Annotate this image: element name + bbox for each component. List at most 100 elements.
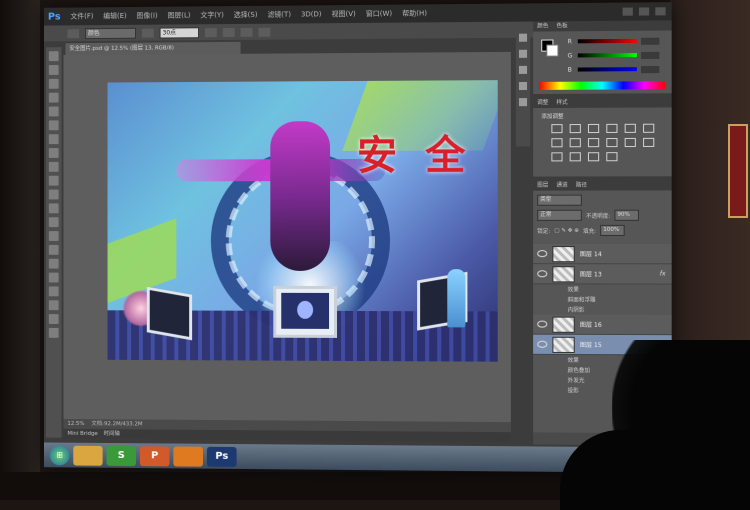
gradient-tool-icon[interactable]: [48, 203, 59, 214]
gradient-map-icon[interactable]: [587, 152, 600, 162]
tab-adjustments[interactable]: 调整: [537, 98, 548, 108]
taskbar-wps-spreadsheet[interactable]: S: [106, 445, 136, 466]
curves-icon[interactable]: [587, 123, 600, 134]
align-right-icon[interactable]: [240, 27, 253, 37]
eraser-tool-icon[interactable]: [48, 189, 59, 200]
paragraph-panel-icon[interactable]: [518, 81, 528, 91]
taskbar-app[interactable]: [173, 446, 203, 467]
lasso-tool-icon[interactable]: [48, 78, 59, 89]
green-slider[interactable]: [577, 52, 637, 58]
visibility-eye-icon[interactable]: [537, 320, 548, 328]
canvas-area[interactable]: 安 全: [63, 51, 511, 423]
tab-timeline[interactable]: 时间轴: [104, 429, 120, 439]
background-swatch[interactable]: [546, 44, 559, 57]
pen-tool-icon[interactable]: [48, 244, 59, 255]
type-tool-icon[interactable]: [48, 258, 59, 269]
taskbar-explorer[interactable]: [73, 445, 103, 466]
invert-icon[interactable]: [643, 137, 655, 147]
effect-item[interactable]: 内阴影: [533, 304, 672, 315]
shape-tool-icon[interactable]: [48, 286, 59, 297]
vibrance-icon[interactable]: [624, 123, 636, 133]
selective-color-icon[interactable]: [606, 152, 618, 162]
color-spectrum[interactable]: [539, 81, 666, 90]
option-toggle-icon[interactable]: [141, 28, 154, 38]
threshold-icon[interactable]: [569, 152, 581, 162]
posterize-icon[interactable]: [551, 152, 563, 162]
align-center-icon[interactable]: [222, 27, 235, 37]
tab-mini-bridge[interactable]: Mini Bridge: [67, 429, 97, 439]
clone-stamp-tool-icon[interactable]: [48, 161, 59, 172]
mode-select[interactable]: 颜色: [85, 27, 136, 39]
exposure-icon[interactable]: [606, 123, 618, 133]
menu-select[interactable]: 选择(S): [234, 10, 258, 20]
layer-row[interactable]: 图层 13 fx: [533, 264, 672, 285]
character-panel-icon[interactable]: [518, 65, 528, 74]
black-white-icon[interactable]: [569, 138, 581, 148]
blue-value[interactable]: [640, 65, 660, 73]
zoom-tool-icon[interactable]: [48, 314, 59, 324]
size-input[interactable]: 30点: [159, 26, 200, 39]
green-value[interactable]: [640, 51, 660, 59]
levels-icon[interactable]: [569, 124, 581, 134]
minimize-icon[interactable]: [622, 7, 633, 16]
layer-row[interactable]: 图层 16: [533, 314, 672, 336]
visibility-eye-icon[interactable]: [537, 270, 548, 278]
taskbar-wps-presentation[interactable]: P: [139, 445, 170, 466]
photo-filter-icon[interactable]: [587, 138, 600, 148]
blend-mode-select[interactable]: 正常: [537, 209, 582, 221]
zoom-level[interactable]: 12.5%: [67, 421, 84, 427]
crop-tool-icon[interactable]: [48, 106, 59, 117]
history-brush-tool-icon[interactable]: [48, 175, 59, 186]
lock-icons[interactable]: ▢ ✎ ✥ ⊕: [554, 227, 579, 233]
fx-icon[interactable]: fx: [660, 270, 666, 277]
menu-image[interactable]: 图像(I): [136, 11, 157, 21]
fill-input[interactable]: 100%: [600, 224, 625, 236]
channel-mixer-icon[interactable]: [606, 137, 618, 148]
color-swatch-icon[interactable]: [258, 27, 271, 37]
color-balance-icon[interactable]: [551, 138, 563, 148]
visibility-eye-icon[interactable]: [537, 250, 548, 258]
dodge-tool-icon[interactable]: [48, 231, 59, 241]
menu-edit[interactable]: 编辑(E): [103, 11, 126, 21]
close-icon[interactable]: [655, 7, 666, 16]
taskbar-photoshop[interactable]: Ps: [206, 446, 237, 467]
tab-swatches[interactable]: 色板: [556, 21, 567, 31]
brightness-icon[interactable]: [551, 124, 563, 134]
red-slider[interactable]: [577, 38, 637, 44]
menu-view[interactable]: 视图(V): [332, 9, 356, 19]
path-select-tool-icon[interactable]: [48, 272, 59, 283]
brush-panel-icon[interactable]: [518, 98, 528, 107]
effect-item[interactable]: 斜面和浮雕: [533, 294, 672, 305]
menu-window[interactable]: 窗口(W): [366, 9, 392, 19]
properties-panel-icon[interactable]: [518, 49, 528, 58]
move-tool-icon[interactable]: [48, 51, 59, 62]
tool-preset-icon[interactable]: [67, 28, 80, 38]
history-panel-icon[interactable]: [518, 33, 528, 42]
tab-color[interactable]: 颜色: [537, 21, 548, 31]
effects-header[interactable]: 效果: [533, 284, 672, 295]
menu-filter[interactable]: 滤镜(T): [267, 10, 291, 20]
tab-channels[interactable]: 通道: [556, 181, 567, 191]
color-lookup-icon[interactable]: [624, 137, 636, 148]
marquee-tool-icon[interactable]: [48, 65, 59, 75]
opacity-input[interactable]: 90%: [614, 209, 639, 221]
red-value[interactable]: [640, 37, 660, 45]
foreground-color-icon[interactable]: [48, 327, 59, 338]
layer-row[interactable]: 图层 14: [533, 244, 672, 265]
menu-type[interactable]: 文字(Y): [200, 10, 223, 20]
layer-kind-filter[interactable]: 类型: [537, 194, 582, 206]
menu-layer[interactable]: 图层(L): [168, 10, 191, 20]
tab-paths[interactable]: 路径: [576, 180, 587, 190]
start-button[interactable]: ⊞: [49, 445, 70, 465]
align-left-icon[interactable]: [204, 27, 217, 37]
quick-select-tool-icon[interactable]: [48, 92, 59, 103]
blur-tool-icon[interactable]: [48, 217, 59, 228]
brush-tool-icon[interactable]: [48, 148, 59, 158]
eyedropper-tool-icon[interactable]: [48, 120, 59, 131]
hue-saturation-icon[interactable]: [643, 123, 655, 133]
menu-help[interactable]: 帮助(H): [402, 8, 427, 18]
maximize-icon[interactable]: [638, 7, 650, 16]
visibility-eye-icon[interactable]: [537, 340, 548, 348]
healing-tool-icon[interactable]: [48, 134, 59, 145]
menu-3d[interactable]: 3D(D): [301, 10, 322, 18]
